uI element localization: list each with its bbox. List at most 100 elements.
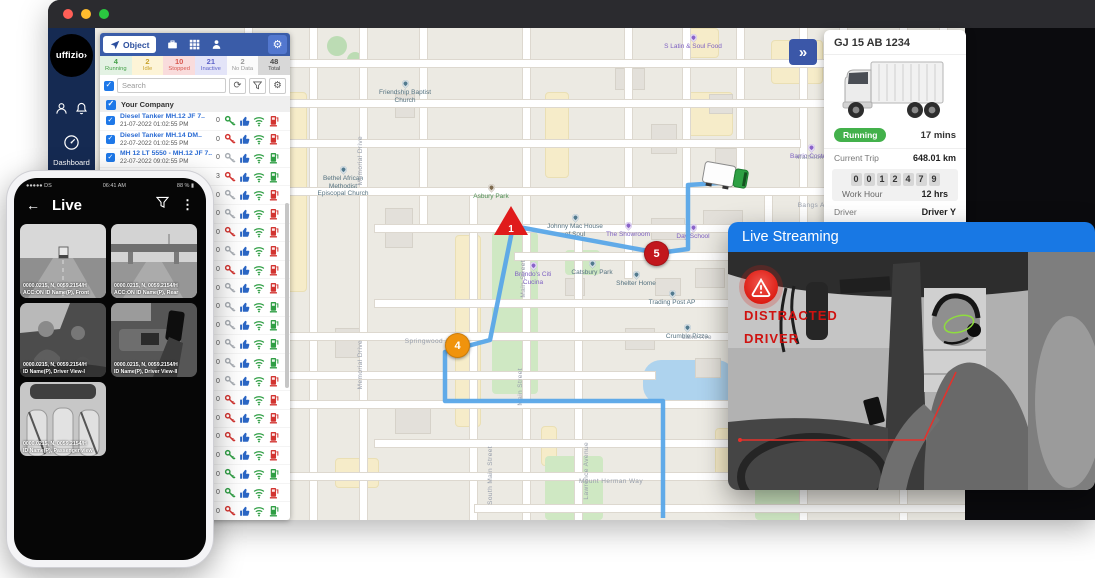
battery-charge-icon: [268, 449, 280, 461]
tab-grid-icon[interactable]: [189, 39, 200, 50]
list-settings-button[interactable]: ⚙: [269, 78, 286, 94]
filter-icon[interactable]: [156, 196, 169, 214]
battery-charge-icon: [268, 394, 280, 406]
gps-signal-icon: [253, 449, 265, 461]
poi-pin-icon: [338, 165, 348, 175]
camera-label: ACC:ON ID Name(P), Front: [23, 290, 103, 296]
map-water: [643, 360, 735, 404]
gps-signal-icon: [253, 152, 265, 164]
camera-grid: 0000.0215, N, 0059.2154/HACC:ON ID Name(…: [14, 219, 206, 461]
map-building: [695, 268, 725, 288]
camera-label: ID Name(P), Driver View-I: [23, 369, 103, 375]
vehicle-detail-card: GJ 15 AB 1234 Running 17 mins Curre: [824, 30, 966, 247]
route-marker-5[interactable]: 5: [644, 241, 669, 266]
sidebar-item-dashboard[interactable]: Dashboard: [48, 134, 95, 167]
tab-driver-icon[interactable]: [211, 39, 222, 50]
camera-tile[interactable]: 0000.0215, N, 0059.2154/HACC:ON ID Name(…: [20, 224, 106, 298]
ignition-key-icon: [224, 412, 236, 424]
gps-signal-icon: [253, 468, 265, 480]
driver-thumb-icon: [239, 468, 251, 480]
search-row: ⟳ ⚙: [100, 75, 290, 97]
status-count-running[interactable]: 4Running: [100, 56, 132, 75]
vehicle-name[interactable]: Diesel Tanker MH.12 JF 7..: [120, 113, 212, 121]
user-icon[interactable]: [55, 102, 68, 115]
driver-thumb-icon: [239, 282, 251, 294]
camera-tile[interactable]: 0000.0215, N, 0059.2154/HID Name(P), Dri…: [20, 303, 106, 377]
driver-thumb-icon: [239, 449, 251, 461]
status-count-no-data[interactable]: 2No Data: [227, 56, 259, 75]
refresh-button[interactable]: ⟳: [229, 78, 246, 94]
ignition-key-icon: [224, 264, 236, 276]
vehicle-status-icons: [224, 264, 280, 276]
vehicle-status-icons: [224, 171, 280, 183]
status-count-stopped[interactable]: 10Stopped: [163, 56, 195, 75]
live-streaming-title: Live Streaming: [728, 222, 1095, 252]
status-battery: 88 % ▮: [177, 183, 194, 189]
vehicle-row[interactable]: MH 12 LT 5550 - MH.12 JF 7..22-07-2022 0…: [100, 149, 290, 168]
driver-thumb-icon: [239, 133, 251, 145]
back-icon[interactable]: ←: [26, 197, 40, 213]
status-count-total[interactable]: 48Total: [258, 56, 290, 75]
vehicle-name[interactable]: MH 12 LT 5550 - MH.12 JF 7..: [120, 150, 212, 158]
current-trip-label: Current Trip: [834, 153, 879, 163]
driver-thumb-icon: [239, 375, 251, 387]
odometer-digit: 9: [929, 173, 940, 186]
camera-tile[interactable]: 0000.0215, N, 0059.2154/HID Name(P), Pas…: [20, 382, 106, 456]
vehicle-name[interactable]: Diesel Tanker MH.14 DM..: [120, 132, 212, 140]
notifications-bell-icon[interactable]: [75, 102, 88, 115]
vehicle-row[interactable]: Diesel Tanker MH.14 DM..22-07-2022 01:02…: [100, 131, 290, 150]
ignition-key-icon: [224, 171, 236, 183]
vehicle-plate: GJ 15 AB 1234: [824, 30, 966, 55]
search-input[interactable]: [117, 78, 226, 93]
camera-tile[interactable]: 0000.0215, N, 0059.2154/HID Name(P), Dri…: [111, 303, 197, 377]
phone-status-bar: ●●●●● DS 06:41 AM 88 % ▮: [14, 178, 206, 189]
vehicle-row[interactable]: Diesel Tanker MH.12 JF 7..21-07-2022 01:…: [100, 112, 290, 131]
map-road: [470, 188, 477, 520]
battery-charge-icon: [268, 152, 280, 164]
minimize-window-button[interactable]: [81, 9, 91, 19]
camera-label: ID Name(P), Passenger view: [23, 448, 103, 454]
carrier-signal: ●●●●● DS: [26, 183, 52, 189]
status-count-idle[interactable]: 2Idle: [132, 56, 164, 75]
close-window-button[interactable]: [63, 9, 73, 19]
overflow-menu-icon[interactable]: ⋮: [181, 197, 194, 213]
funnel-icon: [253, 81, 262, 90]
vehicle-name-block: Diesel Tanker MH.12 JF 7..21-07-2022 01:…: [120, 113, 212, 128]
object-tab-label: Object: [123, 40, 149, 50]
vehicle-status-icons: [224, 133, 280, 145]
app-logo[interactable]: uffizio›: [50, 34, 93, 77]
battery-charge-icon: [268, 226, 280, 238]
expand-panel-button[interactable]: »: [789, 39, 817, 65]
live-stream-video[interactable]: DISTRACTED DRIVER: [728, 252, 1095, 490]
panel-scrollbar[interactable]: [285, 203, 289, 388]
map-road: [275, 372, 655, 379]
route-marker-4[interactable]: 4: [445, 333, 470, 358]
tab-briefcase-icon[interactable]: [167, 39, 178, 50]
row-checkbox[interactable]: [106, 135, 115, 144]
vehicle-status-icons: [224, 226, 280, 238]
vehicle-status-icons: [224, 487, 280, 499]
filter-button[interactable]: [249, 78, 266, 94]
vehicle-name-block: MH 12 LT 5550 - MH.12 JF 7..22-07-2022 0…: [120, 150, 212, 165]
maximize-window-button[interactable]: [99, 9, 109, 19]
row-checkbox[interactable]: [106, 116, 115, 125]
camera-caption: 0000.0215, N, 0059.2154/HID Name(P), Dri…: [111, 360, 197, 377]
camera-tile[interactable]: 0000.0215, N, 0059.2154/HACC:ON ID Name(…: [111, 224, 197, 298]
company-group-row[interactable]: Your Company: [100, 97, 290, 112]
status-count-inactive[interactable]: 21Inactive: [195, 56, 227, 75]
group-checkbox[interactable]: [106, 100, 116, 110]
battery-charge-icon: [268, 208, 280, 220]
tab-object[interactable]: Object: [103, 36, 156, 53]
status-badge: Running: [834, 128, 886, 142]
map-road: [420, 28, 427, 228]
row-checkbox[interactable]: [106, 153, 115, 162]
camera-caption: 0000.0215, N, 0059.2154/HACC:ON ID Name(…: [111, 281, 197, 298]
ignition-key-icon: [224, 338, 236, 350]
sidebar-icons: [48, 102, 95, 115]
battery-charge-icon: [268, 282, 280, 294]
marker-label: 5: [653, 248, 659, 260]
battery-charge-icon: [268, 338, 280, 350]
select-all-checkbox[interactable]: [104, 81, 114, 91]
map-road: [475, 505, 965, 512]
panel-settings-button[interactable]: ⚙: [268, 35, 287, 54]
